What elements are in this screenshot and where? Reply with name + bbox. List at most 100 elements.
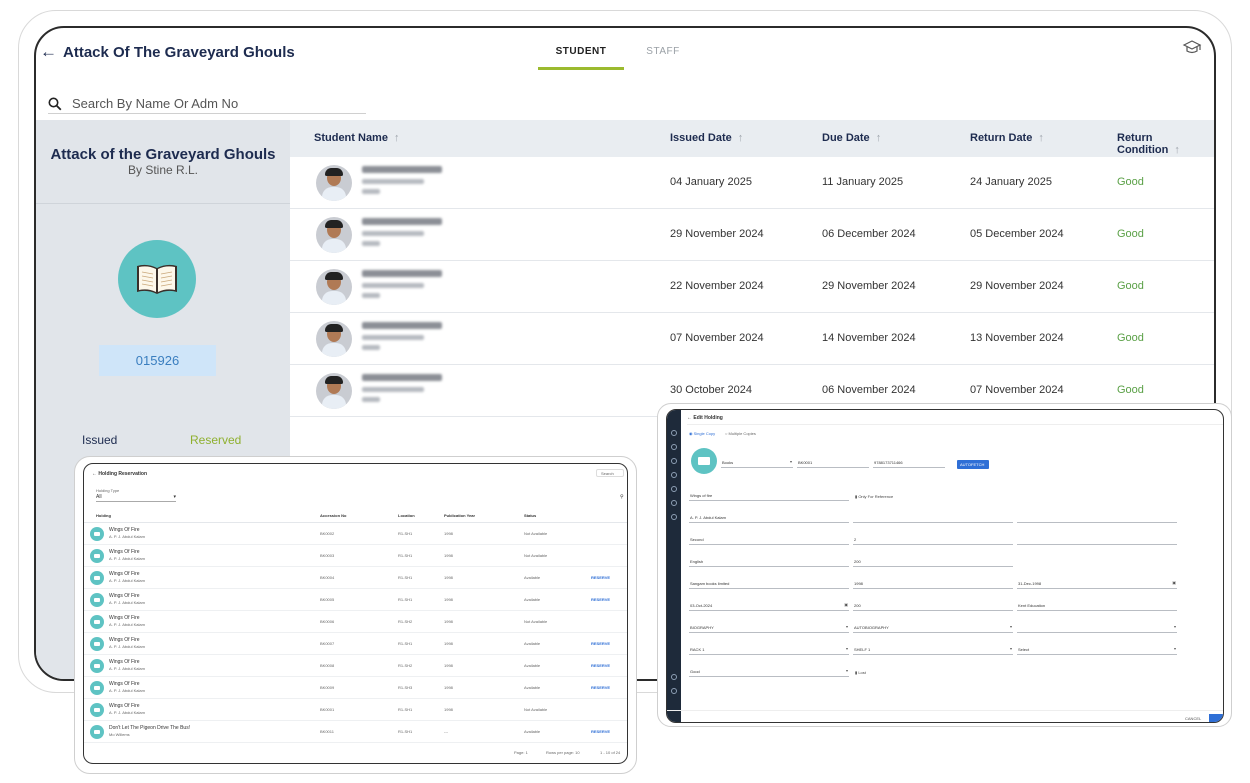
holding-author: A. P. J. Abdul Kalam <box>109 644 145 649</box>
list-item[interactable]: Wings Of Fire A. P. J. Abdul Kalam BK0004 R… <box>84 567 627 589</box>
column-return-date[interactable]: Return Date ↑ <box>970 132 1044 144</box>
save-button[interactable] <box>1209 714 1223 722</box>
table-row[interactable]: 04 January 2025 11 January 2025 24 January… <box>290 157 1214 209</box>
status: Not Available <box>524 619 548 624</box>
only-reference-toggle[interactable]: ▮ Only For Reference <box>855 494 893 499</box>
accession-no: BK0011 <box>320 729 334 734</box>
table-row[interactable]: 29 November 2024 06 December 2024 05 Decem… <box>290 209 1214 261</box>
volume-field[interactable]: 2 <box>853 534 1013 545</box>
lost-toggle[interactable]: ▮ Lost <box>855 670 866 675</box>
tab-staff[interactable]: STAFF <box>620 40 706 70</box>
reserve-button[interactable]: RESERVE <box>591 685 610 690</box>
back-button[interactable]: ← Attack Of The Graveyard Ghouls <box>40 42 295 62</box>
category-select[interactable]: AUTOBIOGRAPHY ▾ <box>853 622 1013 633</box>
accession-field[interactable]: BK0001 <box>797 457 869 468</box>
subcategory-select[interactable]: ▾ <box>1017 622 1177 633</box>
publisher-field[interactable]: Sangam books limited <box>689 578 849 589</box>
return-condition: Good <box>1117 332 1144 344</box>
date-field[interactable]: 31-Dec-1998 ▣ <box>1017 578 1177 589</box>
nav-icon[interactable] <box>671 674 677 680</box>
nav-icon[interactable] <box>671 430 677 436</box>
column-student-name[interactable]: Student Name ↑ <box>314 132 399 144</box>
condition-select[interactable]: Good ▾ <box>689 666 849 677</box>
edition-field[interactable]: Second <box>689 534 849 545</box>
author-field[interactable]: A. P. J. Abdul Kalam <box>689 512 849 523</box>
rack-select[interactable]: RACK 1 ▾ <box>689 644 849 655</box>
table-row[interactable]: 22 November 2024 29 November 2024 29 Novem… <box>290 261 1214 313</box>
nav-icon[interactable] <box>671 514 677 520</box>
accession-number: 015926 <box>99 345 216 376</box>
column-return-condition[interactable]: Return Condition ↑ <box>1117 132 1214 156</box>
autofetch-button[interactable]: AUTOFETCH <box>957 460 989 469</box>
reservation-header: Holding Accession No Location Publicatio… <box>84 509 627 523</box>
reservation-title[interactable]: ← Holding Reservation <box>92 471 147 477</box>
pages-field[interactable]: 200 <box>853 556 1013 567</box>
holding-author: A. P. J. Abdul Kalam <box>109 666 145 671</box>
author-3-field[interactable] <box>1017 512 1177 523</box>
nav-icon[interactable] <box>671 458 677 464</box>
list-item[interactable]: Wings Of Fire A. P. J. Abdul Kalam BK0005 R… <box>84 589 627 611</box>
accession-no: BK0004 <box>320 575 335 580</box>
list-item[interactable]: Wings Of Fire A. P. J. Abdul Kalam BK0003 R… <box>84 545 627 567</box>
vendor-field[interactable]: Kent Education <box>1017 600 1177 611</box>
nav-icon[interactable] <box>671 688 677 694</box>
table-row[interactable]: 07 November 2024 14 November 2024 13 Novem… <box>290 313 1214 365</box>
location: R1-SH1 <box>398 707 413 712</box>
search-bar[interactable]: Search By Name Or Adm No <box>48 94 366 114</box>
author-2-field[interactable] <box>853 512 1013 523</box>
single-copy-radio[interactable]: ◉ Single Copy <box>689 431 715 436</box>
list-item[interactable]: Wings Of Fire A. P. J. Abdul Kalam BK0001 R… <box>84 699 627 721</box>
reservation-search[interactable]: Search <box>596 469 624 477</box>
holding-title: Wings Of Fire <box>109 703 140 709</box>
type-select[interactable]: BIOGRAPHY ▾ <box>689 622 849 633</box>
pagination: Page: 1 Rows per page: 10 1 - 10 of 24 <box>84 746 627 760</box>
accession-no: BK0009 <box>320 685 335 690</box>
back-arrow-icon[interactable]: ← <box>40 42 57 62</box>
list-item[interactable]: Don't Let The Pigeon Drive The Bus! Mo Wi… <box>84 721 627 743</box>
column-due-date[interactable]: Due Date ↑ <box>822 132 881 144</box>
issued-date: 04 January 2025 <box>670 176 752 188</box>
search-input[interactable]: Search By Name Or Adm No <box>72 96 238 111</box>
return-date: 24 January 2025 <box>970 176 1052 188</box>
list-item[interactable]: Wings Of Fire A. P. J. Abdul Kalam BK0007 R… <box>84 633 627 655</box>
holding-type-select[interactable]: Books ▾ <box>721 457 793 468</box>
isbn-field[interactable]: 9788173711466 <box>873 457 945 468</box>
graduation-cap-icon[interactable] <box>1182 38 1202 58</box>
list-item[interactable]: Wings Of Fire A. P. J. Abdul Kalam BK0002 R… <box>84 523 627 545</box>
list-item[interactable]: Wings Of Fire A. P. J. Abdul Kalam BK0008 R… <box>84 655 627 677</box>
return-condition: Good <box>1117 384 1144 396</box>
publication-year-field[interactable]: 1998 <box>853 578 1013 589</box>
edit-holding-title[interactable]: ← Edit Holding <box>687 415 723 421</box>
tab-student[interactable]: STUDENT <box>538 40 624 70</box>
nav-icon[interactable] <box>671 472 677 478</box>
nav-icon[interactable] <box>671 486 677 492</box>
search-icon[interactable]: ⚲ <box>620 494 624 500</box>
nav-icon[interactable] <box>671 500 677 506</box>
page-select[interactable]: Page: 1 <box>514 750 528 755</box>
reserve-button[interactable]: RESERVE <box>591 663 610 668</box>
reserved-label[interactable]: Reserved <box>190 433 241 447</box>
reserve-button[interactable]: RESERVE <box>591 641 610 646</box>
cancel-button[interactable]: CANCEL <box>1185 716 1201 721</box>
cost-field[interactable]: 200 <box>853 600 1013 611</box>
holding-type-label: Holding Type <box>96 488 120 493</box>
title-field[interactable]: Wings of fire <box>689 490 849 501</box>
reserve-button[interactable]: RESERVE <box>591 729 610 734</box>
reserve-button[interactable]: RESERVE <box>591 575 610 580</box>
series-field[interactable] <box>1017 534 1177 545</box>
list-item[interactable]: Wings Of Fire A. P. J. Abdul Kalam BK0006 R… <box>84 611 627 633</box>
nav-icon[interactable] <box>671 444 677 450</box>
language-field[interactable]: English <box>689 556 849 567</box>
rows-per-page-select[interactable]: Rows per page: 10 <box>546 750 580 755</box>
multiple-copies-radio[interactable]: ○ Multiple Copies <box>725 431 756 436</box>
shelf-select[interactable]: SHELF 1 ▾ <box>853 644 1013 655</box>
purchase-date-field[interactable]: 03-Oct-2024 ▣ <box>689 600 849 611</box>
reserve-button[interactable]: RESERVE <box>591 597 610 602</box>
column-issued-date[interactable]: Issued Date ↑ <box>670 132 743 144</box>
publication-year: 1998 <box>444 641 453 646</box>
book-author: By Stine R.L. <box>127 163 199 177</box>
list-item[interactable]: Wings Of Fire A. P. J. Abdul Kalam BK0009 R… <box>84 677 627 699</box>
holding-type-select[interactable]: All ▾ <box>96 494 176 502</box>
edit-holding-window: ← Edit Holding ◉ Single Copy ○ Multiple … <box>666 409 1224 723</box>
position-select[interactable]: Select ▾ <box>1017 644 1177 655</box>
